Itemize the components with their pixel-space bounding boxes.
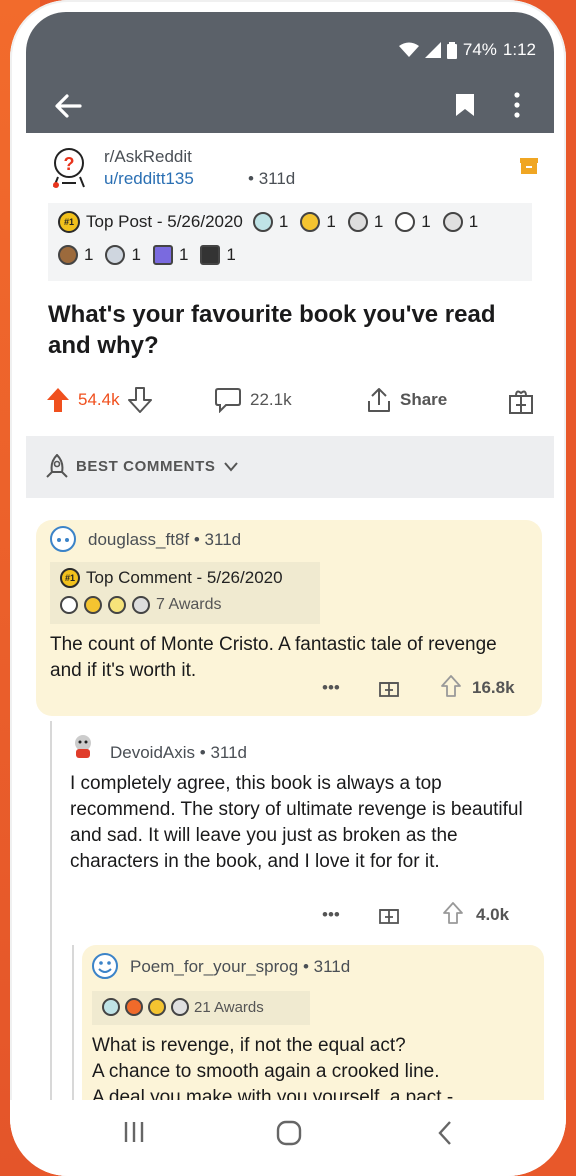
award-count: 1 <box>373 212 384 231</box>
more-options-icon[interactable]: ••• <box>322 905 340 925</box>
bookmark-icon[interactable] <box>454 92 476 118</box>
coin-award-icon <box>132 596 150 614</box>
more-options-icon[interactable] <box>512 92 522 118</box>
award-count: 1 <box>278 212 289 231</box>
award-gift-icon[interactable] <box>508 387 534 415</box>
film-award-icon <box>200 245 221 265</box>
top-comment-medal-icon: #1 <box>60 568 80 588</box>
share-label: Share <box>400 390 448 409</box>
gold-award-icon <box>300 212 321 232</box>
comment-bubble-icon <box>215 388 241 413</box>
award-count: 1 <box>468 212 479 231</box>
comment-body: I completely agree, this book is always … <box>70 773 523 872</box>
comment-author[interactable]: Poem_for_your_sprog • 311d <box>130 957 350 977</box>
silver-award-icon <box>102 998 120 1016</box>
post-content: ? r/AskReddit u/redditt135 • 311d #1 Top… <box>26 133 554 1112</box>
thread-line <box>50 721 52 1112</box>
fire-award-icon <box>125 998 143 1016</box>
top-comment-label: Top Comment - 5/26/2020 <box>86 568 283 587</box>
upvote-group: 54.4k <box>46 387 152 413</box>
post-title: What's your favourite book you've read a… <box>48 301 496 359</box>
comment-awards[interactable]: 21 Awards <box>92 991 310 1025</box>
comment-author[interactable]: douglass_ft8f • 311d <box>88 530 241 550</box>
status-bar: 74% 1:12 <box>398 40 536 60</box>
award-count: 1 <box>178 245 189 264</box>
award-count: 1 <box>326 212 336 231</box>
silver-award-icon <box>252 212 273 232</box>
comment-score: 16.8k <box>472 678 515 697</box>
more-options-icon[interactable]: ••• <box>322 678 340 698</box>
award-count: 1 <box>226 245 236 264</box>
nav-back-icon[interactable] <box>436 1120 454 1146</box>
upvote-count: 54.4k <box>78 390 120 409</box>
app-header: 74% 1:12 <box>26 12 554 133</box>
post-author[interactable]: u/redditt135 <box>104 169 194 189</box>
signal-icon <box>424 42 441 58</box>
coin-award-icon <box>442 212 463 232</box>
award-count: 1 <box>421 212 431 231</box>
comment-author[interactable]: DevoidAxis • 311d <box>110 743 247 763</box>
thread-line <box>72 945 74 1112</box>
sort-label: BEST COMMENTS <box>76 458 216 475</box>
back-arrow-icon[interactable] <box>54 92 82 120</box>
post-actions: 54.4k 22.1k Share <box>26 381 554 427</box>
awards-row-1: #1 Top Post - 5/26/2020 1 1 1 1 1 <box>58 211 478 233</box>
clock: 1:12 <box>502 40 536 59</box>
upvote-arrow-icon[interactable] <box>442 901 464 925</box>
share-icon <box>368 388 390 412</box>
post-age: • 311d <box>248 169 296 188</box>
hand-award-icon <box>171 998 189 1016</box>
user-avatar-icon[interactable] <box>50 526 76 552</box>
top-post-medal-icon: #1 <box>58 211 80 233</box>
upvote-arrow-icon[interactable] <box>46 387 70 413</box>
top-post-label: Top Post - 5/26/2020 <box>86 212 243 231</box>
post-awards[interactable]: #1 Top Post - 5/26/2020 1 1 1 1 1 1 1 1 … <box>48 203 532 281</box>
archive-icon <box>520 158 538 174</box>
share-button[interactable]: Share <box>366 387 447 413</box>
bulb-award-icon <box>108 596 126 614</box>
upvote-arrow-icon[interactable] <box>440 674 462 698</box>
award-gift-icon[interactable] <box>378 676 400 698</box>
user-avatar-icon[interactable] <box>70 733 96 759</box>
subreddit-avatar-icon[interactable]: ? <box>48 147 90 189</box>
subreddit-name[interactable]: r/AskReddit <box>104 147 192 167</box>
face-award-icon <box>395 212 416 232</box>
svg-text:?: ? <box>64 154 75 174</box>
downvote-arrow-icon[interactable] <box>127 387 152 413</box>
comment-top: douglass_ft8f • 311d #1 Top Comment - 5/… <box>36 520 542 716</box>
animal-award-icon <box>58 245 78 265</box>
award-total: 21 Awards <box>194 998 264 1016</box>
awards-row-2: 1 1 1 1 <box>58 245 236 265</box>
comment-count: 22.1k <box>250 390 292 409</box>
comments-button[interactable]: 22.1k <box>214 387 292 413</box>
award-count: 1 <box>84 245 94 264</box>
gold-award-icon <box>84 596 102 614</box>
comment-reply: Poem_for_your_sprog • 311d 21 Awards Wha… <box>82 945 544 1112</box>
award-gift-icon[interactable] <box>378 903 400 925</box>
cloud-award-icon <box>60 596 78 614</box>
app-screen: 74% 1:12 ? r/AskReddit u/redditt135 • 31… <box>26 12 554 1112</box>
grid-award-icon <box>152 245 173 265</box>
home-icon[interactable] <box>276 1120 302 1146</box>
chevron-down-icon <box>224 462 238 472</box>
system-nav-bar <box>10 1100 566 1176</box>
award-count: 1 <box>131 245 141 264</box>
award-total: 7 Awards <box>156 596 222 613</box>
sort-bar[interactable]: BEST COMMENTS <box>26 436 554 498</box>
recent-apps-icon[interactable] <box>122 1120 146 1144</box>
post-header: ? r/AskReddit u/redditt135 • 311d <box>48 147 538 199</box>
comment-awards[interactable]: #1 Top Comment - 5/26/2020 7 Awards <box>50 562 320 624</box>
hand-award-icon <box>105 245 126 265</box>
gold-award-icon <box>148 998 166 1016</box>
rocket-icon <box>46 454 68 478</box>
wifi-icon <box>398 42 419 57</box>
battery-icon <box>446 41 457 59</box>
phone-frame: 74% 1:12 ? r/AskReddit u/redditt135 • 31… <box>10 0 566 1176</box>
user-avatar-icon[interactable] <box>92 953 118 979</box>
battery-percent: 74% <box>462 40 497 59</box>
comment-score: 4.0k <box>476 905 510 924</box>
skull-award-icon <box>347 212 368 232</box>
